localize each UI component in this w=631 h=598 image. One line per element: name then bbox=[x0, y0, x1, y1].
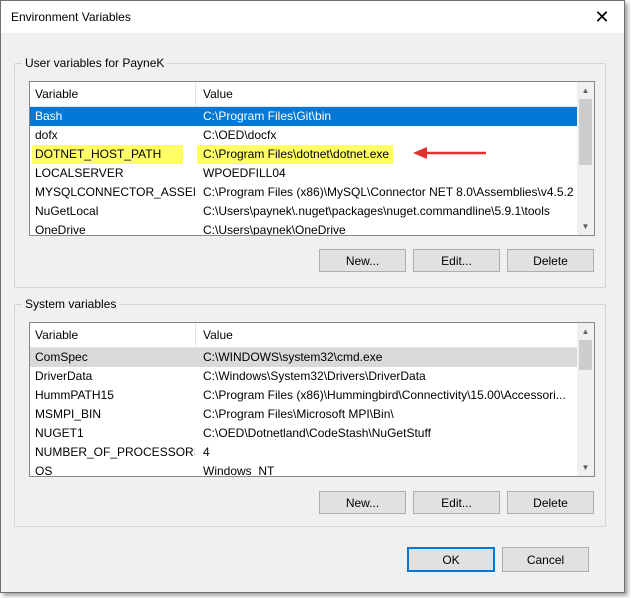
column-header-variable[interactable]: Variable bbox=[30, 82, 78, 106]
list-row[interactable]: OneDrive C:\Users\paynek\OneDrive bbox=[30, 221, 577, 235]
system-rows: ComSpec C:\WINDOWS\system32\cmd.exe Driv… bbox=[30, 348, 577, 476]
user-variables-list[interactable]: Variable Value Bash C:\Program Files\Git… bbox=[29, 81, 595, 236]
list-header: Variable Value bbox=[30, 82, 577, 107]
variable-value: C:\Program Files\dotnet\dotnet.exe bbox=[197, 145, 394, 164]
list-row[interactable]: ComSpec C:\WINDOWS\system32\cmd.exe bbox=[30, 348, 577, 367]
variable-value: C:\Windows\System32\Drivers\DriverData bbox=[203, 369, 426, 383]
vertical-scrollbar[interactable]: ▲ ▼ bbox=[577, 82, 594, 235]
list-row[interactable]: DOTNET_HOST_PATH C:\Program Files\dotnet… bbox=[30, 145, 577, 164]
variable-value: WPOEDFILL04 bbox=[203, 166, 286, 180]
annotation-arrow-icon bbox=[413, 147, 486, 159]
system-variables-list[interactable]: Variable Value ComSpec C:\WINDOWS\system… bbox=[29, 322, 595, 477]
cancel-button[interactable]: Cancel bbox=[502, 547, 589, 572]
variable-name: NuGetLocal bbox=[35, 204, 99, 218]
variable-value: C:\WINDOWS\system32\cmd.exe bbox=[203, 350, 383, 364]
column-header-variable[interactable]: Variable bbox=[30, 323, 78, 347]
variable-value: C:\Program Files\Microsoft MPI\Bin\ bbox=[203, 407, 394, 421]
list-row[interactable]: MYSQLCONNECTOR_ASSEM... C:\Program Files… bbox=[30, 183, 577, 202]
list-header: Variable Value bbox=[30, 323, 577, 348]
scroll-down-icon[interactable]: ▼ bbox=[577, 459, 594, 476]
variable-name: OneDrive bbox=[35, 223, 86, 235]
list-row[interactable]: Bash C:\Program Files\Git\bin bbox=[30, 107, 577, 126]
variable-value: 4 bbox=[203, 445, 210, 459]
variable-value: C:\OED\docfx bbox=[203, 128, 277, 142]
close-icon[interactable]: ✕ bbox=[580, 1, 624, 33]
variable-value: Windows_NT bbox=[203, 464, 275, 476]
environment-variables-dialog: Environment Variables ✕ User variables f… bbox=[0, 0, 625, 593]
scroll-up-icon[interactable]: ▲ bbox=[577, 323, 594, 340]
window-title: Environment Variables bbox=[11, 10, 131, 24]
variable-name: NUMBER_OF_PROCESSORS bbox=[35, 445, 195, 459]
vertical-scrollbar[interactable]: ▲ ▼ bbox=[577, 323, 594, 476]
user-delete-button[interactable]: Delete bbox=[507, 249, 594, 272]
variable-name: NUGET1 bbox=[35, 426, 84, 440]
variable-name: MYSQLCONNECTOR_ASSEM... bbox=[35, 185, 195, 199]
variable-value: C:\Users\paynek\OneDrive bbox=[203, 223, 346, 235]
variable-name: HummPATH15 bbox=[35, 388, 114, 402]
list-row[interactable]: HummPATH15 C:\Program Files (x86)\Hummin… bbox=[30, 386, 577, 405]
variable-name: Bash bbox=[35, 109, 63, 123]
variable-name: DOTNET_HOST_PATH bbox=[32, 145, 183, 164]
variable-name: LOCALSERVER bbox=[35, 166, 124, 180]
variable-name: DriverData bbox=[35, 369, 93, 383]
list-row[interactable]: OS Windows_NT bbox=[30, 462, 577, 476]
system-variables-label: System variables bbox=[22, 297, 120, 311]
user-rows: Bash C:\Program Files\Git\bin dofx C:\OE… bbox=[30, 107, 577, 235]
variable-value: C:\Users\paynek\.nuget\packages\nuget.co… bbox=[203, 204, 550, 218]
scroll-down-icon[interactable]: ▼ bbox=[577, 218, 594, 235]
variable-value: C:\OED\Dotnetland\CodeStash\NuGetStuff bbox=[203, 426, 431, 440]
list-row[interactable]: DriverData C:\Windows\System32\Drivers\D… bbox=[30, 367, 577, 386]
list-row[interactable]: dofx C:\OED\docfx bbox=[30, 126, 577, 145]
variable-value: C:\Program Files\Git\bin bbox=[203, 109, 332, 123]
list-row[interactable]: LOCALSERVER WPOEDFILL04 bbox=[30, 164, 577, 183]
system-edit-button[interactable]: Edit... bbox=[413, 491, 500, 514]
variable-name: ComSpec bbox=[35, 350, 88, 364]
column-header-value[interactable]: Value bbox=[198, 323, 233, 347]
scroll-thumb[interactable] bbox=[579, 99, 592, 165]
user-variables-label: User variables for PayneK bbox=[22, 56, 168, 70]
ok-button[interactable]: OK bbox=[407, 547, 495, 572]
list-row[interactable]: NUMBER_OF_PROCESSORS 4 bbox=[30, 443, 577, 462]
variable-name: dofx bbox=[35, 128, 58, 142]
user-edit-button[interactable]: Edit... bbox=[413, 249, 500, 272]
column-header-value[interactable]: Value bbox=[198, 82, 233, 106]
title-bar[interactable]: Environment Variables ✕ bbox=[1, 1, 624, 33]
variable-name: MSMPI_BIN bbox=[35, 407, 102, 421]
system-variables-group: System variables Variable Value ComSpec … bbox=[14, 297, 606, 527]
scroll-thumb[interactable] bbox=[579, 340, 592, 370]
list-row[interactable]: NuGetLocal C:\Users\paynek\.nuget\packag… bbox=[30, 202, 577, 221]
list-row[interactable]: MSMPI_BIN C:\Program Files\Microsoft MPI… bbox=[30, 405, 577, 424]
user-variables-group: User variables for PayneK Variable Value… bbox=[14, 56, 606, 288]
scroll-up-icon[interactable]: ▲ bbox=[577, 82, 594, 99]
variable-value: C:\Program Files (x86)\Hummingbird\Conne… bbox=[203, 388, 566, 402]
variable-value: C:\Program Files (x86)\MySQL\Connector N… bbox=[203, 185, 574, 199]
system-delete-button[interactable]: Delete bbox=[507, 491, 594, 514]
variable-name: OS bbox=[35, 464, 53, 476]
system-new-button[interactable]: New... bbox=[319, 491, 406, 514]
list-row[interactable]: NUGET1 C:\OED\Dotnetland\CodeStash\NuGet… bbox=[30, 424, 577, 443]
user-new-button[interactable]: New... bbox=[319, 249, 406, 272]
